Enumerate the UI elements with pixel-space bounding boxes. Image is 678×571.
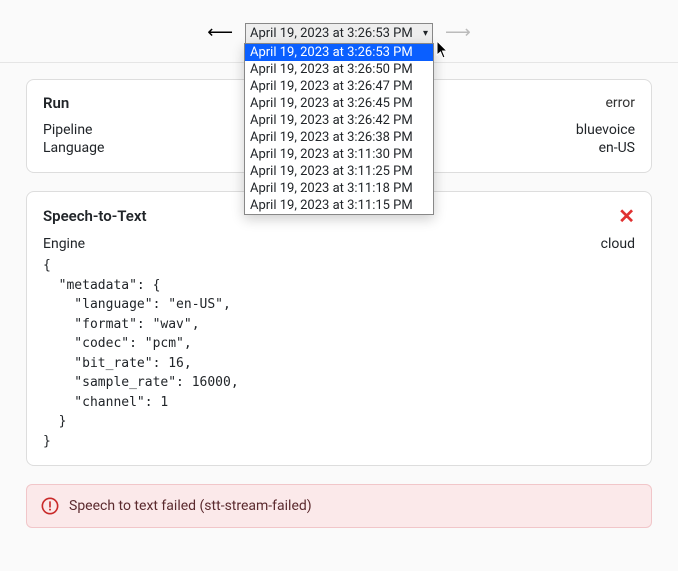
kv-label: Pipeline [43, 122, 93, 138]
run-option[interactable]: April 19, 2023 at 3:11:18 PM [245, 180, 433, 197]
run-option[interactable]: April 19, 2023 at 3:26:50 PM [245, 61, 433, 78]
topbar: ⟵ April 19, 2023 at 3:26:53 PM ▾ April 1… [0, 0, 678, 63]
run-option[interactable]: April 19, 2023 at 3:26:53 PM [245, 44, 433, 61]
run-selector[interactable]: April 19, 2023 at 3:26:53 PM ▾ April 19,… [245, 23, 433, 44]
error-message: Speech to text failed (stt-stream-failed… [69, 498, 312, 514]
kv-label: Language [43, 140, 104, 156]
close-icon[interactable]: ✕ [618, 206, 635, 226]
engine-value: cloud [601, 236, 635, 252]
stt-card-title: Speech-to-Text [43, 207, 147, 225]
engine-row: Engine cloud [43, 236, 635, 252]
stt-card: Speech-to-Text ✕ Engine cloud { "metadat… [26, 191, 652, 466]
run-option[interactable]: April 19, 2023 at 3:11:25 PM [245, 163, 433, 180]
run-select-box[interactable]: April 19, 2023 at 3:26:53 PM ▾ [245, 23, 433, 44]
next-run-button: ⟶ [441, 22, 475, 44]
run-option[interactable]: April 19, 2023 at 3:26:38 PM [245, 129, 433, 146]
run-select-value: April 19, 2023 at 3:26:53 PM [250, 26, 413, 41]
error-icon [41, 497, 59, 515]
kv-value: en-US [599, 140, 635, 156]
run-option[interactable]: April 19, 2023 at 3:11:15 PM [245, 197, 433, 214]
run-option[interactable]: April 19, 2023 at 3:26:47 PM [245, 78, 433, 95]
run-dropdown[interactable]: April 19, 2023 at 3:26:53 PMApril 19, 20… [244, 43, 434, 215]
run-status: error [605, 95, 635, 111]
prev-run-button[interactable]: ⟵ [203, 22, 237, 44]
run-option[interactable]: April 19, 2023 at 3:26:42 PM [245, 112, 433, 129]
run-option[interactable]: April 19, 2023 at 3:26:45 PM [245, 95, 433, 112]
chevron-down-icon: ▾ [423, 28, 428, 39]
stt-metadata-code: { "metadata": { "language": "en-US", "fo… [43, 256, 635, 451]
run-card-title: Run [43, 94, 69, 112]
error-alert: Speech to text failed (stt-stream-failed… [26, 484, 652, 528]
run-option[interactable]: April 19, 2023 at 3:11:30 PM [245, 146, 433, 163]
engine-label: Engine [43, 236, 85, 252]
kv-value: bluevoice [576, 122, 635, 138]
